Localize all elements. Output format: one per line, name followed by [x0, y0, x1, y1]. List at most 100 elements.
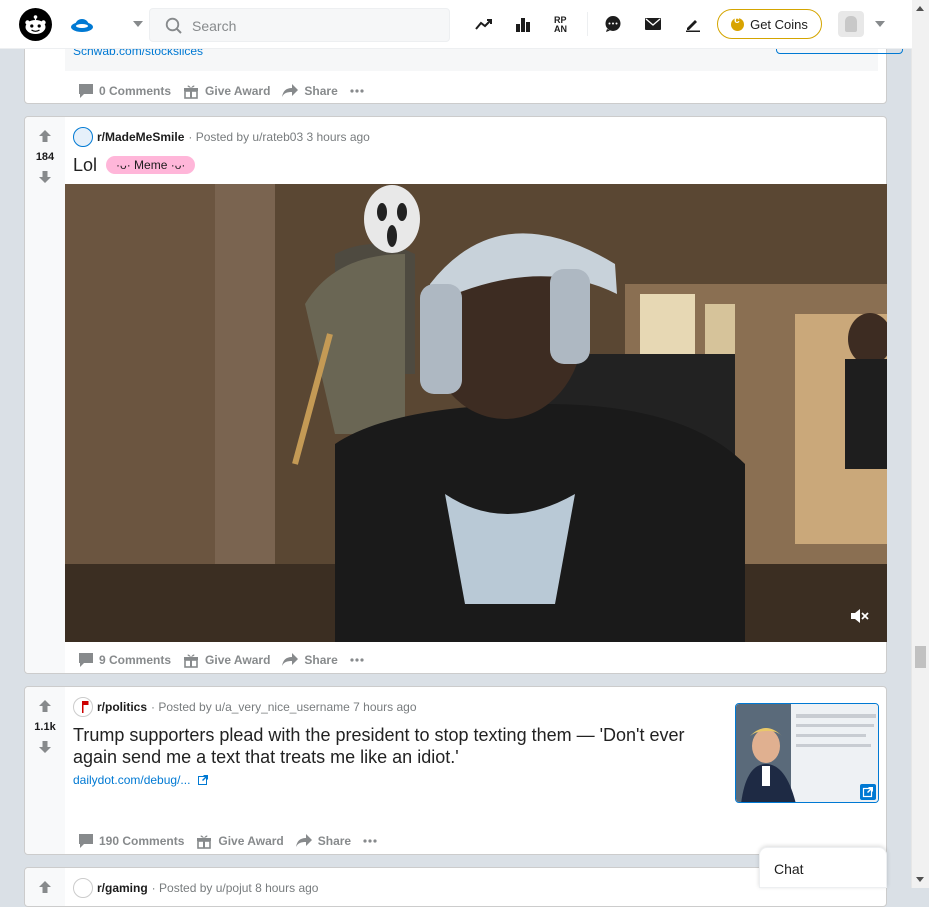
more-dots-icon	[350, 658, 364, 662]
create-post-pencil-icon[interactable]	[681, 12, 705, 36]
give-award-button[interactable]: Give Award	[177, 79, 276, 103]
vote-column: 1.1k	[25, 687, 65, 854]
comments-label: 190 Comments	[99, 834, 185, 848]
post-meta: r/politics · Posted by u/a_very_nice_use…	[73, 697, 417, 717]
share-label: Share	[304, 653, 338, 667]
share-arrow-icon	[295, 834, 312, 847]
messages-mail-icon[interactable]	[641, 12, 665, 36]
comments-label: 9 Comments	[99, 653, 172, 667]
post-actions-bar: 190 Comments Give Award Share	[73, 829, 383, 853]
post-meta: r/gaming · Posted by u/pojut 8 hours ago	[73, 878, 318, 898]
share-arrow-icon	[282, 653, 299, 666]
share-label: Share	[317, 834, 352, 848]
upvote-arrow-icon[interactable]	[39, 881, 51, 893]
post-title[interactable]: Trump supporters plead with the presiden…	[73, 724, 723, 768]
give-award-label: Give Award	[205, 84, 271, 98]
share-button[interactable]: Share	[276, 80, 343, 102]
subreddit-avatar-icon[interactable]	[73, 878, 93, 898]
rpan-icon[interactable]: RP AN	[551, 12, 575, 36]
external-link-text: dailydot.com/debug/...	[73, 773, 191, 787]
give-award-button[interactable]: Give Award	[177, 648, 276, 672]
give-award-label: Give Award	[205, 653, 271, 667]
downvote-arrow-icon[interactable]	[39, 741, 51, 753]
open-external-icon[interactable]	[860, 784, 876, 800]
gift-icon	[184, 85, 199, 99]
share-label: Share	[304, 84, 338, 98]
chat-widget[interactable]: Chat	[759, 847, 887, 888]
share-button[interactable]: Share	[290, 830, 357, 852]
more-options-button[interactable]	[357, 835, 383, 847]
svg-text:AN: AN	[554, 24, 567, 33]
post-title-row: Lol ·ᴗ· Meme ·ᴗ·	[73, 155, 196, 176]
post-meta: r/MadeMeSmile · Posted by u/rateb03 3 ho…	[73, 127, 370, 147]
vote-column	[25, 868, 65, 906]
posted-by: Posted by u/pojut 8 hours ago	[159, 881, 319, 895]
mute-volume-icon[interactable]	[851, 608, 869, 624]
subreddit-avatar-icon[interactable]	[73, 697, 93, 717]
post-card[interactable]: 184 r/MadeMeSmile · Posted by u/rateb03 …	[24, 116, 887, 674]
home-feed-icon[interactable]	[68, 13, 96, 35]
post-card[interactable]: r/gaming · Posted by u/pojut 8 hours ago	[24, 867, 887, 907]
more-options-button[interactable]	[344, 85, 370, 97]
meta-separator: ·	[151, 700, 159, 714]
page-scrollbar[interactable]	[911, 0, 929, 888]
post-flair[interactable]: ·ᴗ· Meme ·ᴗ·	[106, 156, 196, 174]
more-dots-icon	[350, 89, 364, 93]
more-options-button[interactable]	[344, 654, 370, 666]
comments-button[interactable]: 9 Comments	[73, 649, 177, 671]
share-arrow-icon	[282, 84, 299, 97]
posted-by: Posted by u/rateb03 3 hours ago	[195, 130, 370, 144]
scroll-down-arrow-icon[interactable]	[916, 877, 924, 882]
post-title[interactable]: Lol	[73, 155, 97, 175]
chat-label: Chat	[774, 861, 804, 877]
link-thumbnail[interactable]	[735, 703, 879, 803]
subreddit-link[interactable]: r/politics	[97, 700, 147, 714]
video-player[interactable]	[65, 184, 887, 642]
meta-separator: ·	[188, 130, 196, 144]
subreddit-avatar-icon[interactable]	[73, 127, 93, 147]
give-award-button[interactable]: Give Award	[190, 829, 289, 853]
reddit-logo-icon[interactable]	[19, 8, 52, 41]
feed-dropdown-chevron-icon[interactable]	[133, 21, 143, 27]
external-link[interactable]: dailydot.com/debug/...	[73, 773, 208, 787]
give-award-label: Give Award	[218, 834, 284, 848]
vote-column: 184	[25, 117, 65, 673]
chat-icon[interactable]	[601, 12, 625, 36]
get-coins-label: Get Coins	[750, 16, 808, 32]
gift-icon	[197, 835, 212, 849]
user-avatar[interactable]	[838, 11, 864, 37]
post-actions-bar: 9 Comments Give Award Share	[73, 648, 370, 672]
scrollbar-thumb[interactable]	[915, 646, 926, 668]
coin-icon	[731, 15, 745, 31]
subreddit-link[interactable]: r/gaming	[97, 881, 148, 895]
scroll-up-arrow-icon[interactable]	[916, 6, 924, 11]
comments-button[interactable]: 190 Comments	[73, 830, 190, 852]
external-link-icon	[197, 775, 208, 785]
comment-icon	[79, 834, 93, 848]
search-input[interactable]	[190, 15, 444, 37]
thumbnail-image	[736, 704, 878, 802]
get-coins-button[interactable]: Get Coins	[717, 9, 822, 39]
comments-label: 0 Comments	[99, 84, 172, 98]
downvote-arrow-icon[interactable]	[39, 171, 51, 183]
promo-actions-bar: 0 Comments Give Award Share	[73, 79, 370, 103]
post-card[interactable]: 1.1k r/politics · Posted by u/a_very_nic…	[24, 686, 887, 855]
meta-separator: ·	[151, 881, 160, 895]
top-bar: RPAN Get Coins	[0, 0, 912, 49]
popular-trending-icon[interactable]	[472, 12, 496, 36]
upvote-arrow-icon[interactable]	[39, 700, 51, 712]
more-dots-icon	[363, 839, 377, 843]
comments-button[interactable]: 0 Comments	[73, 80, 177, 102]
all-stats-icon[interactable]	[511, 12, 535, 36]
subreddit-link[interactable]: r/MadeMeSmile	[97, 130, 184, 144]
toolbar-divider	[587, 12, 588, 36]
vote-score: 1.1k	[34, 721, 56, 733]
upvote-arrow-icon[interactable]	[39, 130, 51, 142]
user-menu-chevron-icon[interactable]	[875, 21, 885, 27]
comment-icon	[79, 653, 93, 667]
share-button[interactable]: Share	[276, 649, 343, 671]
comment-icon	[79, 84, 93, 98]
search-icon	[165, 17, 182, 34]
search-bar[interactable]	[149, 8, 450, 42]
video-frame	[65, 184, 887, 642]
